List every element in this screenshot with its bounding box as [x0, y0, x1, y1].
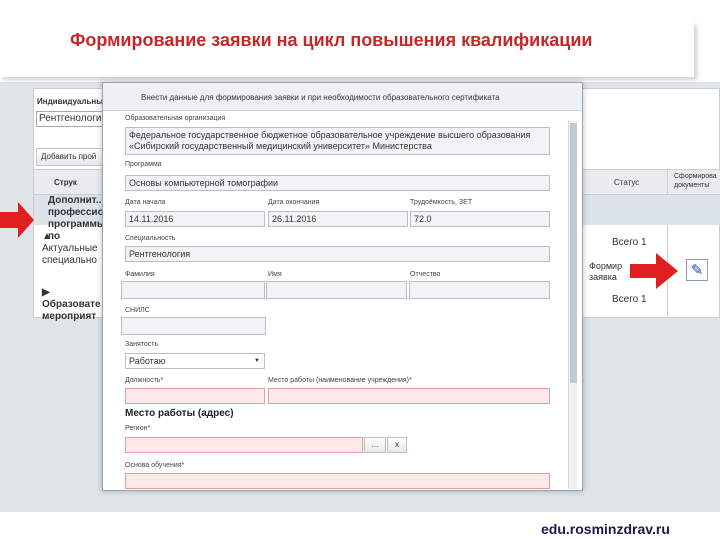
column-structure: Струк — [54, 178, 77, 187]
patronymic-field[interactable] — [409, 281, 550, 299]
region-clear-button[interactable]: x — [387, 437, 407, 453]
chevron-down-icon: ▼ — [254, 358, 260, 364]
workplace-label: Место работы (наименование учреждения)* — [268, 377, 412, 384]
request-modal: Внести данные для формирования заявки и … — [102, 82, 583, 491]
column-status: Статус — [614, 178, 640, 187]
row-total: Всего 1 — [612, 237, 647, 248]
form-request-link[interactable]: Формир заявка — [589, 261, 629, 283]
firstname-label: Имя — [268, 271, 282, 278]
column-documents: Сформирова документы — [674, 173, 717, 189]
region-field[interactable] — [125, 437, 363, 453]
right-arrow-icon — [630, 253, 678, 289]
individual-select[interactable]: Рентгенология — [36, 111, 107, 127]
specialty-field[interactable]: Рентгенология — [125, 246, 550, 262]
org-label: Образовательная организация — [125, 115, 226, 122]
start-date-field[interactable]: 14.11.2016 — [125, 211, 265, 227]
labor-field[interactable]: 72.0 — [410, 211, 550, 227]
specialty-label: Специальность — [125, 235, 176, 242]
workplace-field[interactable] — [268, 388, 550, 404]
workplace-address-heading: Место работы (адрес) — [125, 408, 234, 419]
employment-value: Работаю — [129, 356, 166, 366]
org-field[interactable]: Федеральное государственное бюджетное об… — [125, 127, 550, 155]
region-select-button[interactable]: ... — [364, 437, 386, 453]
modal-title: Внести данные для формирования заявки и … — [141, 93, 500, 102]
footer-url: edu.rosminzdrav.ru — [541, 521, 670, 537]
modal-scrollbar[interactable] — [568, 121, 577, 489]
snils-label: СНИЛС — [125, 307, 150, 314]
position-field[interactable] — [125, 388, 265, 404]
position-label: Должность* — [125, 377, 164, 384]
basis-label: Основа обучения* — [125, 462, 185, 469]
program-label: Программа — [125, 161, 162, 168]
modal-header: Внести данные для формирования заявки и … — [103, 83, 582, 111]
column-divider — [667, 169, 668, 317]
left-arrow-icon — [0, 202, 34, 238]
end-date-field[interactable]: 26.11.2016 — [268, 211, 408, 227]
patronymic-label: Отчество — [410, 271, 441, 278]
lastname-field[interactable] — [121, 281, 265, 299]
firstname-field[interactable] — [266, 281, 407, 299]
basis-field[interactable] — [125, 473, 550, 489]
slide-title: Формирование заявки на цикл повышения кв… — [70, 30, 593, 50]
table-row[interactable]: ▲ Актуальные специально — [42, 231, 106, 267]
lastname-label: Фамилия — [125, 271, 155, 278]
end-date-label: Дата окончания — [268, 199, 320, 206]
pen-icon[interactable]: ✎ — [686, 259, 708, 281]
employment-select[interactable]: Работаю ▼ — [125, 353, 265, 369]
program-field[interactable]: Основы компьютерной томографии — [125, 175, 550, 191]
start-date-label: Дата начала — [125, 199, 166, 206]
modal-body: Образовательная организация Федеральное … — [103, 111, 582, 491]
row-total: Всего 1 — [612, 294, 647, 305]
table-row[interactable]: ▶ Образовате мероприят — [42, 287, 106, 323]
employment-label: Занятость — [125, 341, 159, 348]
labor-label: Трудоёмкость, ЗЕТ — [410, 199, 473, 206]
individual-label: Индивидуальны — [37, 97, 104, 106]
scrollbar-thumb[interactable] — [570, 123, 577, 383]
region-label: Регион* — [125, 425, 151, 432]
snils-field[interactable] — [121, 317, 266, 335]
add-button[interactable]: Добавить прой — [36, 148, 106, 166]
